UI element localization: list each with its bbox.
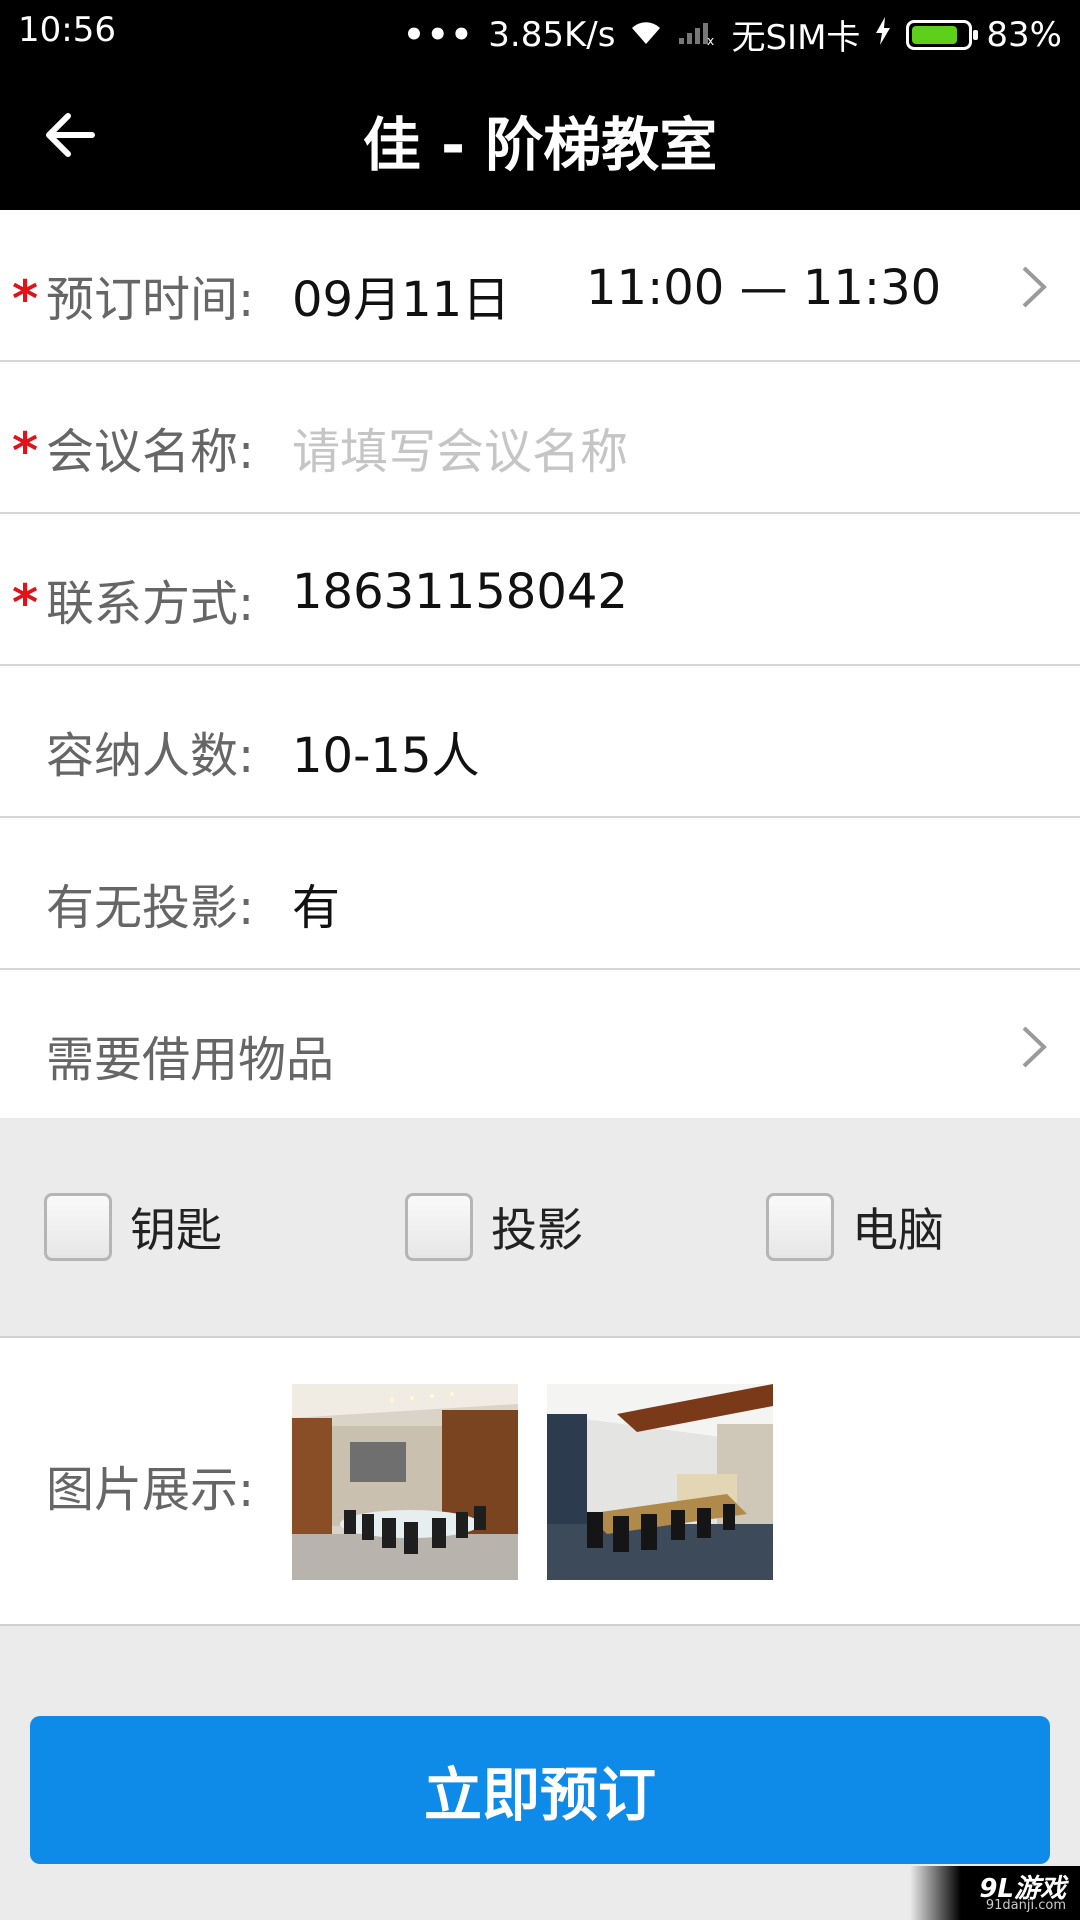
borrow-items-row[interactable]: 需要借用物品 bbox=[0, 970, 1080, 1122]
watermark-site: 91danji.com bbox=[985, 1898, 1066, 1913]
booking-time-range: 11:00 — 11:30 bbox=[586, 260, 942, 316]
room-photo-1[interactable] bbox=[292, 1384, 518, 1580]
watermark: 9L游戏 91danji.com bbox=[910, 1866, 1080, 1920]
checkbox-box[interactable] bbox=[766, 1193, 834, 1261]
checkbox-key[interactable]: 钥匙 bbox=[44, 1193, 222, 1261]
book-now-button[interactable]: 立即预订 bbox=[30, 1716, 1050, 1864]
capacity-label: 容纳人数: bbox=[46, 728, 255, 784]
chevron-right-icon bbox=[1022, 266, 1047, 308]
meeting-name-input[interactable]: 请填写会议名称 bbox=[292, 412, 628, 482]
page-title: 佳 - 阶梯教室 bbox=[362, 111, 718, 179]
checkbox-label: 钥匙 bbox=[130, 1203, 222, 1257]
checkbox-label: 投影 bbox=[491, 1203, 583, 1257]
notification-dots: ••• bbox=[403, 14, 475, 55]
status-bar: 10:56 ••• 3.85K/s x 无SIM卡 83% bbox=[0, 0, 1080, 60]
battery-percent: 83% bbox=[986, 14, 1062, 55]
projector-row: 有无投影: 有 bbox=[0, 818, 1080, 970]
contact-input[interactable]: 18631158042 bbox=[292, 564, 628, 620]
wifi-icon bbox=[629, 15, 663, 55]
charging-icon bbox=[874, 15, 892, 55]
booking-time-label: 预订时间: bbox=[46, 272, 255, 328]
battery-icon bbox=[906, 19, 979, 50]
images-row: 图片展示: bbox=[0, 1338, 1080, 1626]
status-time: 10:56 bbox=[18, 10, 116, 50]
checkbox-box[interactable] bbox=[405, 1193, 473, 1261]
title-bar: 佳 - 阶梯教室 bbox=[0, 60, 1080, 210]
room-photo-2[interactable] bbox=[547, 1384, 773, 1580]
meeting-name-label: 会议名称: bbox=[46, 424, 255, 480]
contact-label: 联系方式: bbox=[46, 576, 255, 632]
capacity-row: 容纳人数: 10-15人 bbox=[0, 666, 1080, 818]
capacity-value: 10-15人 bbox=[292, 728, 480, 784]
network-speed: 3.85K/s bbox=[488, 14, 616, 55]
booking-form: * 预订时间: 09月11日 11:00 — 11:30 * 会议名称: 请填写… bbox=[0, 210, 1080, 1122]
checkbox-label: 电脑 bbox=[852, 1203, 944, 1257]
chevron-right-icon bbox=[1022, 1026, 1047, 1068]
borrow-items-label: 需要借用物品 bbox=[46, 1032, 335, 1088]
required-mark: * bbox=[12, 422, 39, 480]
projector-value: 有 bbox=[292, 880, 341, 936]
borrow-items-options: 钥匙 投影 电脑 bbox=[0, 1118, 1080, 1338]
checkbox-projector[interactable]: 投影 bbox=[405, 1193, 583, 1261]
meeting-name-row: * 会议名称: 请填写会议名称 bbox=[0, 362, 1080, 514]
svg-text:x: x bbox=[707, 34, 714, 46]
booking-date: 09月11日 bbox=[292, 272, 511, 328]
carrier-label: 无SIM卡 bbox=[731, 18, 861, 58]
battery-fill bbox=[912, 25, 958, 44]
contact-row: * 联系方式: 18631158042 bbox=[0, 514, 1080, 666]
checkbox-computer[interactable]: 电脑 bbox=[766, 1193, 944, 1261]
projector-label: 有无投影: bbox=[46, 880, 255, 936]
required-mark: * bbox=[12, 574, 39, 632]
checkbox-box[interactable] bbox=[44, 1193, 112, 1261]
status-right: ••• 3.85K/s x 无SIM卡 83% bbox=[403, 10, 1062, 59]
required-mark: * bbox=[12, 270, 39, 328]
signal-icon: x bbox=[677, 15, 717, 55]
images-label: 图片展示: bbox=[46, 1462, 255, 1518]
booking-time-row[interactable]: * 预订时间: 09月11日 11:00 — 11:30 bbox=[0, 210, 1080, 362]
